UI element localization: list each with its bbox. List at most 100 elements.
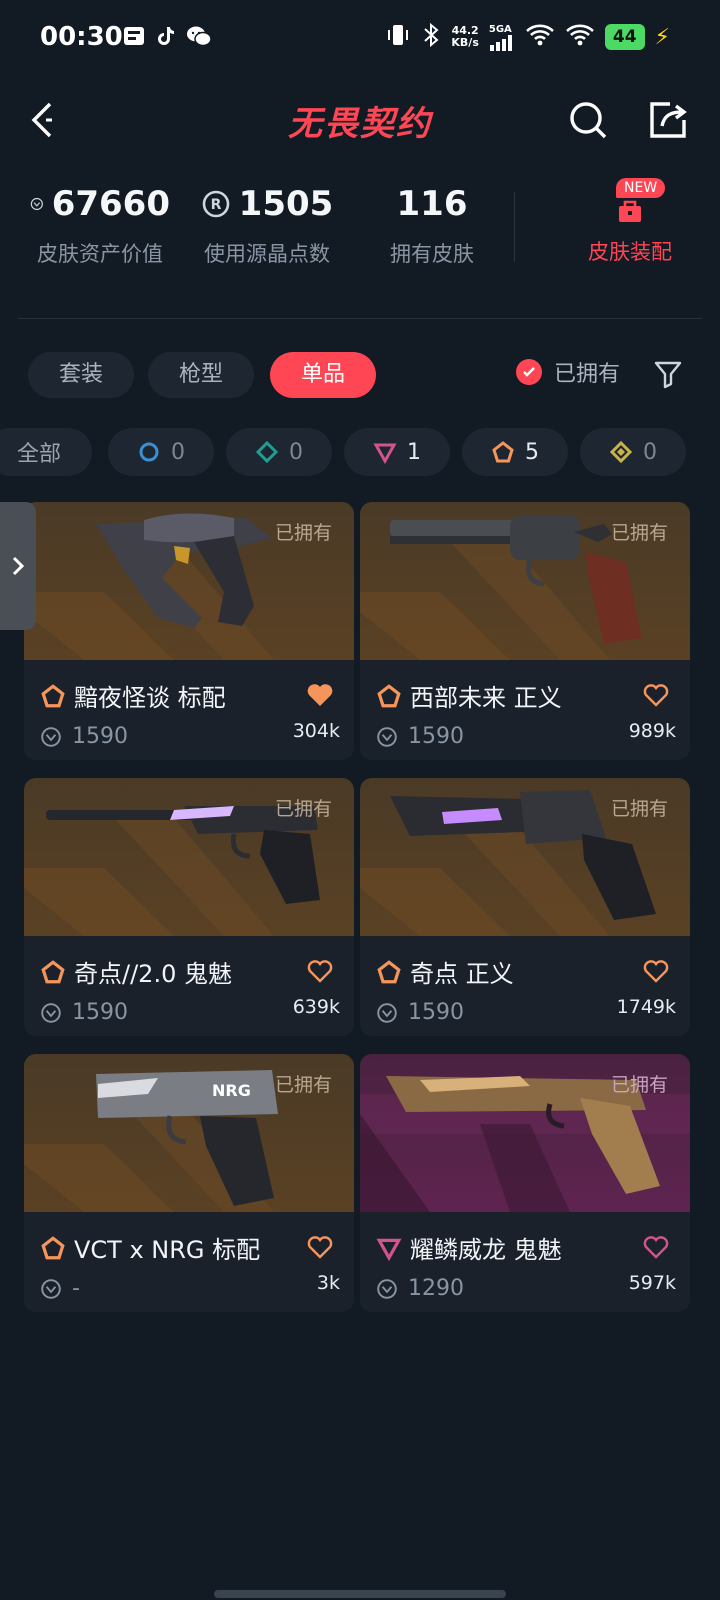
- chip-all-label: 全部: [16, 442, 61, 467]
- battery-indicator: 44: [604, 24, 645, 50]
- heart-outline-icon[interactable]: [642, 682, 670, 708]
- chip-select-tier[interactable]: 0: [108, 428, 214, 476]
- skin-price: 1590: [408, 724, 464, 749]
- chip-premium-tier[interactable]: 1: [344, 428, 450, 476]
- network-speed: 44.2 KB/s: [451, 25, 478, 49]
- owned-tag: 已拥有: [610, 1074, 668, 1096]
- radianite-icon: R: [202, 190, 229, 218]
- owned-filter-label: 已拥有: [554, 362, 621, 387]
- share-icon: [650, 102, 687, 138]
- skin-card-1[interactable]: 已拥有 黯夜怪谈 标配 1590 304k: [24, 502, 354, 760]
- skin-price-row: 1590: [376, 724, 464, 749]
- asset-value: 67660: [51, 184, 170, 224]
- skin-image: 已拥有: [360, 502, 690, 660]
- skins-owned-label: 拥有皮肤: [390, 242, 474, 266]
- valorant-points-icon: [41, 1002, 61, 1023]
- chip-deluxe-count: 0: [289, 439, 303, 465]
- svg-text:R: R: [210, 197, 221, 213]
- heart-outline-icon[interactable]: [306, 958, 334, 984]
- search-button[interactable]: [566, 98, 610, 142]
- skin-price-row: 1590: [40, 724, 128, 749]
- exclusive-tier-icon: [41, 1235, 65, 1259]
- chip-deluxe-tier[interactable]: 0: [226, 428, 332, 476]
- outfit-button[interactable]: NEW 皮肤装配: [560, 178, 700, 266]
- deluxe-tier-icon: [255, 440, 279, 464]
- tiktok-icon: [154, 24, 178, 48]
- valorant-points-icon: [41, 726, 61, 747]
- owned-tag: 已拥有: [610, 798, 668, 820]
- skin-price: -: [72, 1276, 80, 1301]
- signal-icon: 5GA: [489, 24, 515, 51]
- status-right-icons: 44.2 KB/s 5GA 44 ⚡: [385, 22, 670, 52]
- skin-name-row: 奇点 正义: [376, 954, 514, 989]
- like-count: 989k: [628, 720, 676, 742]
- skin-price-row: 1590: [40, 1000, 128, 1025]
- skin-price: 1590: [72, 1000, 128, 1025]
- skin-name-row: 耀鳞威龙 鬼魅: [376, 1230, 562, 1265]
- home-indicator[interactable]: [214, 1590, 506, 1598]
- skin-name-row: VCT x NRG 标配: [40, 1230, 260, 1265]
- like-count: 3k: [316, 1272, 340, 1294]
- skin-price-row: 1590: [376, 1000, 464, 1025]
- chevron-right-icon: [12, 556, 25, 576]
- skin-name: 黯夜怪谈 标配: [74, 684, 226, 712]
- owned-filter-toggle[interactable]: 已拥有: [516, 356, 620, 388]
- skin-card-6[interactable]: 已拥有 耀鳞威龙 鬼魅 1290 597k: [360, 1054, 690, 1312]
- like-count: 597k: [628, 1272, 676, 1294]
- skin-card-3[interactable]: 已拥有 奇点//2.0 鬼魅 1590 639k: [24, 778, 354, 1036]
- valorant-points-icon: [41, 1278, 61, 1299]
- chip-select-count: 0: [171, 439, 185, 465]
- skin-card-2[interactable]: 已拥有 西部未来 正义 1590 989k: [360, 502, 690, 760]
- page-title: 无畏契约: [288, 104, 432, 144]
- tab-single-item[interactable]: 单品: [270, 352, 376, 398]
- svg-text:NRG: NRG: [212, 1081, 251, 1100]
- skin-card-4[interactable]: 已拥有 奇点 正义 1590 1749k: [360, 778, 690, 1036]
- exclusive-tier-icon: [41, 959, 65, 983]
- skin-name: 奇点//2.0 鬼魅: [74, 960, 232, 988]
- valorant-points-icon: [30, 197, 43, 211]
- stats-panel: 67660 皮肤资产价值 R 1505 使用源晶点数 116 拥有皮肤 NEW …: [0, 178, 720, 290]
- radianite-value: 1505: [238, 184, 334, 224]
- stat-asset-value: 67660 皮肤资产价值: [30, 180, 170, 268]
- stat-radianite: R 1505 使用源晶点数: [192, 180, 342, 268]
- like-count: 304k: [292, 720, 340, 742]
- filter-button[interactable]: [652, 358, 684, 390]
- vibrate-icon: [385, 22, 411, 52]
- status-bar: 00:30 44.2 KB/s 5GA 44 ⚡: [0, 0, 720, 80]
- network-speed-unit: KB/s: [451, 36, 479, 49]
- checked-icon: [516, 359, 542, 385]
- charging-icon: ⚡: [654, 24, 670, 50]
- chip-exclusive-tier[interactable]: 5: [462, 428, 568, 476]
- network-type: 5GA: [488, 23, 512, 35]
- skin-name: 西部未来 正义: [410, 684, 562, 712]
- tab-weapon-type[interactable]: 枪型: [148, 352, 254, 398]
- side-drawer-handle[interactable]: [0, 502, 36, 630]
- premium-tier-icon: [373, 443, 397, 464]
- app-notification-icon: [122, 24, 146, 48]
- heart-outline-icon[interactable]: [642, 958, 670, 984]
- exclusive-tier-icon: [41, 683, 65, 707]
- owned-tag: 已拥有: [274, 798, 332, 820]
- ultra-tier-icon: [609, 440, 633, 464]
- tab-bundle[interactable]: 套装: [28, 352, 134, 398]
- skin-card-5[interactable]: NRG 已拥有 VCT x NRG 标配 - 3k: [24, 1054, 354, 1312]
- skin-price-row: -: [40, 1276, 80, 1301]
- heart-outline-icon[interactable]: [306, 1234, 334, 1260]
- valorant-points-icon: [377, 726, 397, 747]
- heart-filled-icon[interactable]: [306, 682, 334, 708]
- asset-value-label: 皮肤资产价值: [37, 242, 163, 266]
- exclusive-tier-icon: [492, 441, 514, 463]
- premium-tier-icon: [376, 1238, 402, 1261]
- skin-image: 已拥有: [24, 778, 354, 936]
- owned-tag: 已拥有: [610, 522, 668, 544]
- filter-icon: [654, 361, 682, 389]
- share-button[interactable]: [646, 98, 690, 142]
- chip-ultra-tier[interactable]: 0: [580, 428, 686, 476]
- search-icon: [570, 102, 607, 139]
- heart-outline-icon[interactable]: [642, 1234, 670, 1260]
- valorant-points-icon: [377, 1278, 397, 1299]
- chip-all[interactable]: 全部: [0, 428, 92, 476]
- skin-name: VCT x NRG 标配: [74, 1236, 261, 1264]
- select-tier-icon: [139, 442, 159, 462]
- like-count: 1749k: [616, 996, 676, 1018]
